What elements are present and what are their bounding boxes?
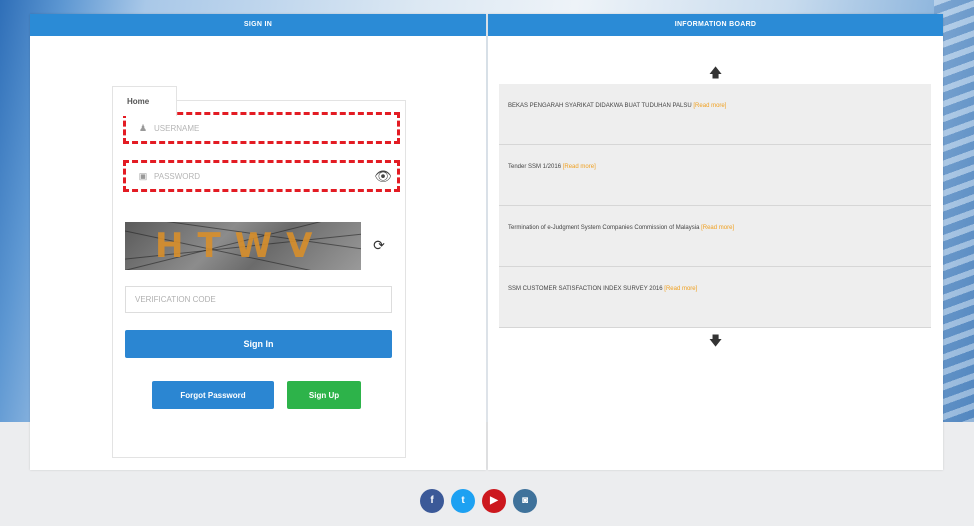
- list-item: BEKAS PENGARAH SYARIKAT DIDAKWA BUAT TUD…: [499, 84, 931, 145]
- refresh-icon[interactable]: ⟳: [370, 236, 388, 254]
- information-board-header: INFORMATION BOARD: [488, 14, 943, 36]
- list-item: SSM CUSTOMER SATISFACTION INDEX SURVEY 2…: [499, 267, 931, 328]
- news-list: BEKAS PENGARAH SYARIKAT DIDAKWA BUAT TUD…: [499, 84, 931, 328]
- captcha-image: HTWV: [125, 222, 361, 270]
- forgot-password-button[interactable]: Forgot Password: [152, 381, 274, 409]
- tab-home[interactable]: Home: [112, 86, 177, 116]
- arrow-down-icon[interactable]: 🡇: [488, 332, 943, 354]
- username-input[interactable]: [154, 115, 397, 141]
- signin-panel-header: SIGN IN: [30, 14, 486, 36]
- read-more-link[interactable]: [Read more]: [563, 164, 596, 170]
- list-item: Termination of e-Judgment System Compani…: [499, 206, 931, 267]
- signin-panel: SIGN IN Home ♟ ▣ 👁 HTWV ⟳ Sign In Forgot…: [30, 14, 486, 470]
- captcha-text: HTWV: [155, 226, 327, 266]
- list-item: Tender SSM 1/2016 [Read more]: [499, 145, 931, 206]
- signup-button[interactable]: Sign Up: [287, 381, 361, 409]
- password-input[interactable]: [154, 163, 371, 189]
- password-field: ▣ 👁: [123, 160, 400, 192]
- read-more-link[interactable]: [Read more]: [693, 103, 726, 109]
- read-more-link[interactable]: [Read more]: [664, 286, 697, 292]
- arrow-up-icon[interactable]: 🡅: [488, 64, 943, 86]
- news-title: Tender SSM 1/2016: [508, 164, 562, 170]
- information-board-panel: INFORMATION BOARD 🡅 BEKAS PENGARAH SYARI…: [488, 14, 943, 470]
- facebook-icon[interactable]: f: [420, 489, 444, 513]
- user-icon: ♟: [138, 122, 148, 133]
- eye-slash-icon[interactable]: 👁: [371, 168, 395, 185]
- signin-button[interactable]: Sign In: [125, 330, 392, 358]
- news-title: SSM CUSTOMER SATISFACTION INDEX SURVEY 2…: [508, 286, 663, 292]
- verification-code-input[interactable]: [125, 286, 392, 313]
- news-title: BEKAS PENGARAH SYARIKAT DIDAKWA BUAT TUD…: [508, 103, 692, 109]
- instagram-icon[interactable]: ◙: [513, 489, 537, 513]
- username-field: ♟: [123, 112, 400, 144]
- lock-icon: ▣: [138, 170, 148, 181]
- twitter-icon[interactable]: t: [451, 489, 475, 513]
- youtube-icon[interactable]: ▶: [482, 489, 506, 513]
- social-links: f t ▶ ◙: [420, 489, 537, 513]
- read-more-link[interactable]: [Read more]: [701, 225, 734, 231]
- news-title: Termination of e-Judgment System Compani…: [508, 225, 700, 231]
